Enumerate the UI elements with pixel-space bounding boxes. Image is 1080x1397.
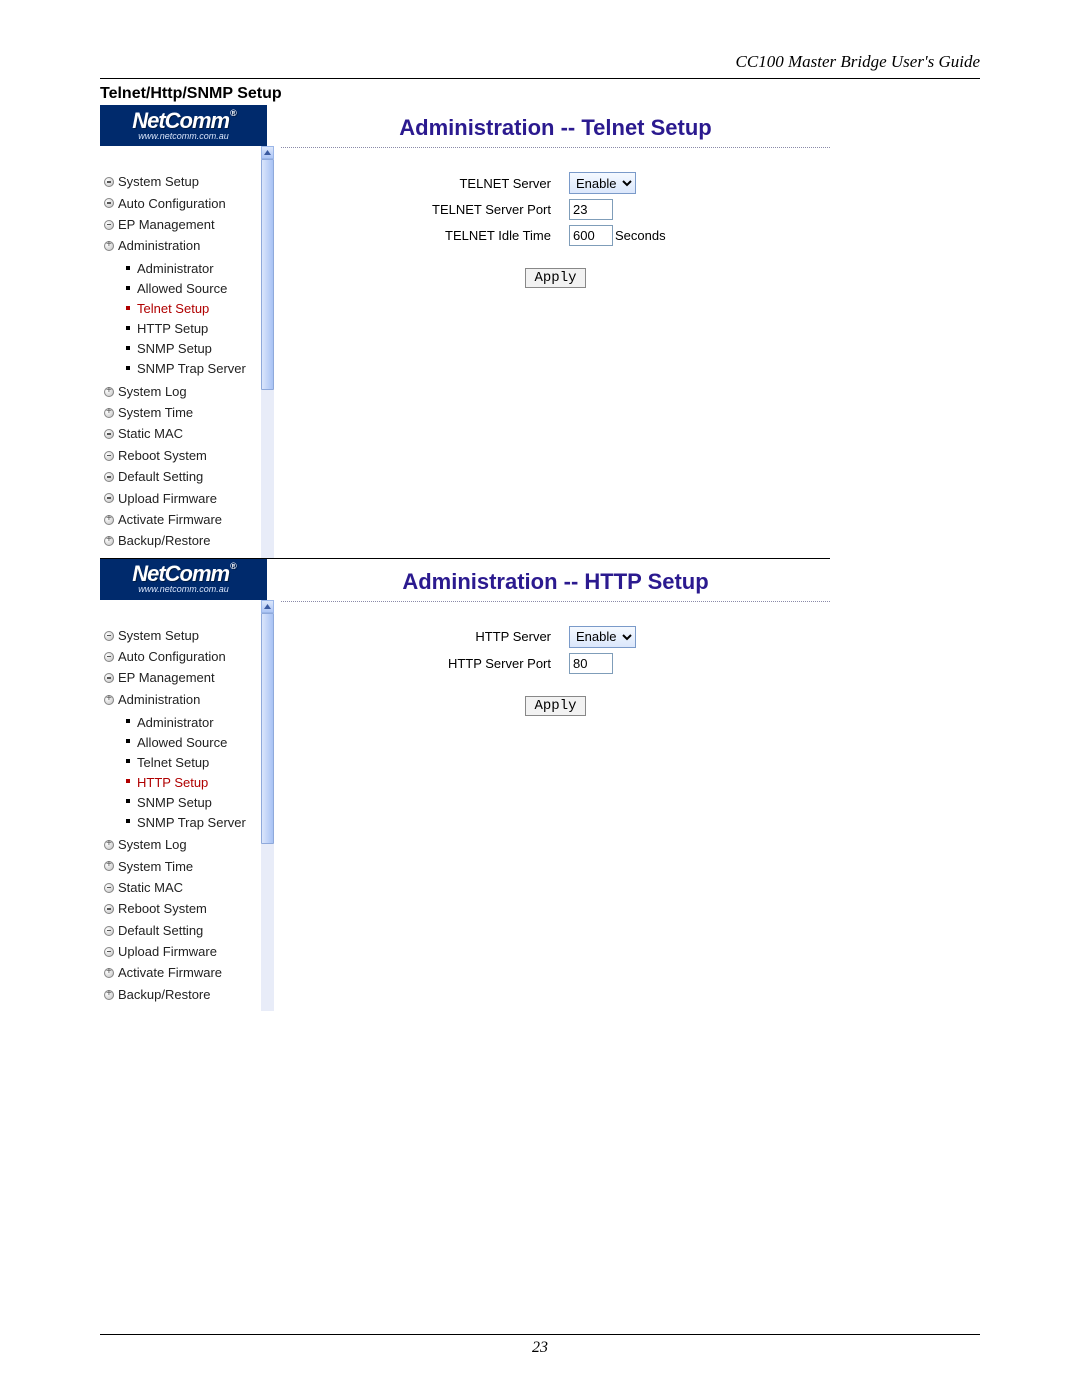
page-title: Administration -- Telnet Setup <box>281 115 830 147</box>
nav-reboot-system[interactable]: Reboot System <box>100 445 267 466</box>
nav-activate-firmware[interactable]: Activate Firmware <box>100 962 267 983</box>
nav-sub-telnet-setup[interactable]: Telnet Setup <box>126 752 267 772</box>
brand-url: www.netcomm.com.au <box>138 131 229 141</box>
brand-name: NetComm <box>132 111 235 131</box>
content-http: Administration -- HTTP Setup HTTP Server… <box>281 559 830 1012</box>
http-port-label: HTTP Server Port <box>281 656 569 671</box>
nav-auto-configuration[interactable]: Auto Configuration <box>100 192 267 213</box>
brand-name: NetComm <box>132 564 235 584</box>
nav-static-mac[interactable]: Static MAC <box>100 877 267 898</box>
nav-administration[interactable]: Administration <box>100 235 267 256</box>
nav-default-setting[interactable]: Default Setting <box>100 466 267 487</box>
nav-system-log[interactable]: System Log <box>100 834 267 855</box>
scroll-track[interactable] <box>261 613 274 1012</box>
sidebar: NetComm www.netcomm.com.au System Setup … <box>100 559 267 1012</box>
nav-sub-http-setup[interactable]: HTTP Setup <box>126 772 267 792</box>
nav-sub-telnet-setup[interactable]: Telnet Setup <box>126 299 267 319</box>
nav-menu: System Setup Auto Configuration EP Manag… <box>100 600 267 1012</box>
scroll-up-icon[interactable] <box>261 146 274 159</box>
nav-administration-sub: Administrator Allowed Source Telnet Setu… <box>100 710 267 834</box>
sidebar-scrollbar[interactable] <box>261 146 274 558</box>
http-port-input[interactable] <box>569 653 613 674</box>
sidebar: NetComm www.netcomm.com.au System Setup … <box>100 105 267 558</box>
telnet-server-label: TELNET Server <box>281 176 569 191</box>
nav-sub-snmp-setup[interactable]: SNMP Setup <box>126 339 267 359</box>
scroll-thumb[interactable] <box>261 159 274 390</box>
scroll-thumb[interactable] <box>261 613 274 844</box>
nav-ep-management[interactable]: EP Management <box>100 214 267 235</box>
brand-logo: NetComm www.netcomm.com.au <box>100 559 267 600</box>
nav-auto-configuration[interactable]: Auto Configuration <box>100 646 267 667</box>
nav-upload-firmware[interactable]: Upload Firmware <box>100 941 267 962</box>
nav-sub-snmp-trap-server[interactable]: SNMP Trap Server <box>126 812 267 832</box>
title-rule <box>281 147 830 148</box>
nav-sub-http-setup[interactable]: HTTP Setup <box>126 319 267 339</box>
telnet-form: TELNET Server Enable TELNET Server Port … <box>281 172 830 288</box>
nav-sub-snmp-setup[interactable]: SNMP Setup <box>126 792 267 812</box>
section-label: Telnet/Http/SNMP Setup <box>100 85 980 103</box>
nav-static-mac[interactable]: Static MAC <box>100 423 267 444</box>
telnet-idle-label: TELNET Idle Time <box>281 228 569 243</box>
header-rule <box>100 78 980 79</box>
nav-system-setup[interactable]: System Setup <box>100 625 267 646</box>
telnet-idle-input[interactable] <box>569 225 613 246</box>
nav-system-time[interactable]: System Time <box>100 855 267 876</box>
nav-default-setting[interactable]: Default Setting <box>100 920 267 941</box>
scroll-track[interactable] <box>261 159 274 558</box>
screenshot-telnet: NetComm www.netcomm.com.au System Setup … <box>100 105 830 558</box>
page-title: Administration -- HTTP Setup <box>281 569 830 601</box>
nav-sub-allowed-source[interactable]: Allowed Source <box>126 279 267 299</box>
sidebar-scrollbar[interactable] <box>261 600 274 1012</box>
http-server-label: HTTP Server <box>281 629 569 644</box>
scroll-up-icon[interactable] <box>261 600 274 613</box>
apply-button[interactable]: Apply <box>525 696 585 716</box>
nav-activate-firmware[interactable]: Activate Firmware <box>100 509 267 530</box>
nav-ep-management[interactable]: EP Management <box>100 667 267 688</box>
brand-url: www.netcomm.com.au <box>138 584 229 594</box>
nav-sub-allowed-source[interactable]: Allowed Source <box>126 732 267 752</box>
nav-menu: System Setup Auto Configuration EP Manag… <box>100 146 267 558</box>
page-number: 23 <box>532 1339 548 1356</box>
screenshot-http: NetComm www.netcomm.com.au System Setup … <box>100 559 830 1012</box>
doc-header-title: CC100 Master Bridge User's Guide <box>100 52 980 72</box>
nav-administration[interactable]: Administration <box>100 689 267 710</box>
telnet-server-select[interactable]: Enable <box>569 172 636 194</box>
nav-administration-sub: Administrator Allowed Source Telnet Setu… <box>100 257 267 381</box>
nav-sub-snmp-trap-server[interactable]: SNMP Trap Server <box>126 359 267 379</box>
nav-system-log[interactable]: System Log <box>100 381 267 402</box>
brand-logo: NetComm www.netcomm.com.au <box>100 105 267 146</box>
nav-system-time[interactable]: System Time <box>100 402 267 423</box>
nav-upload-firmware[interactable]: Upload Firmware <box>100 487 267 508</box>
footer-rule <box>100 1334 980 1335</box>
content-telnet: Administration -- Telnet Setup TELNET Se… <box>281 105 830 558</box>
nav-sub-administrator[interactable]: Administrator <box>126 259 267 279</box>
nav-backup-restore[interactable]: Backup/Restore <box>100 530 267 551</box>
telnet-port-label: TELNET Server Port <box>281 202 569 217</box>
doc-footer: 23 <box>100 1334 980 1357</box>
nav-backup-restore[interactable]: Backup/Restore <box>100 984 267 1005</box>
telnet-port-input[interactable] <box>569 199 613 220</box>
http-server-select[interactable]: Enable <box>569 626 636 648</box>
http-form: HTTP Server Enable HTTP Server Port Appl… <box>281 626 830 716</box>
telnet-idle-unit: Seconds <box>615 228 666 243</box>
apply-button[interactable]: Apply <box>525 268 585 288</box>
nav-sub-administrator[interactable]: Administrator <box>126 712 267 732</box>
nav-reboot-system[interactable]: Reboot System <box>100 898 267 919</box>
nav-system-setup[interactable]: System Setup <box>100 171 267 192</box>
title-rule <box>281 601 830 602</box>
